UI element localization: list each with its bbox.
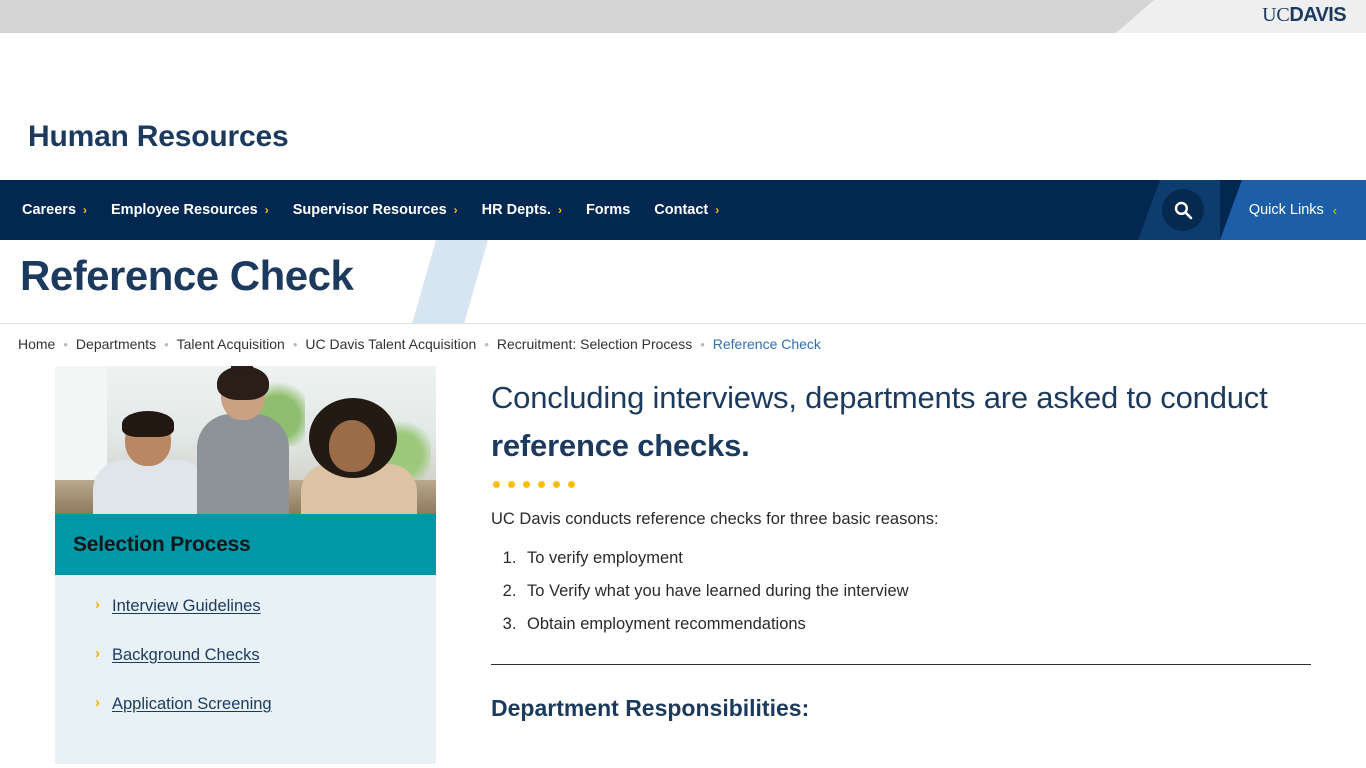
nav-item-label: HR Depts. — [481, 202, 551, 218]
sidebar-link-label: Application Screening — [112, 695, 272, 713]
quick-links-button[interactable]: Quick Links ‹ — [1220, 180, 1366, 240]
chevron-right-icon: › — [715, 203, 720, 217]
search-icon — [1162, 189, 1204, 231]
nav-item-employee-resources[interactable]: Employee Resources › — [111, 202, 269, 218]
nav-right-group: Quick Links ‹ — [1138, 180, 1366, 240]
ucdavis-logo[interactable]: UCDAVIS — [1262, 5, 1346, 25]
lede-plain-text: Concluding interviews, departments are a… — [491, 380, 1268, 415]
photo-person-standing — [195, 366, 291, 514]
sidebar-photo — [55, 366, 436, 514]
sidebar-heading: Selection Process — [73, 532, 251, 556]
breadcrumb-separator: • — [63, 336, 68, 352]
logo-davis-text: DAVIS — [1289, 4, 1346, 26]
chevron-right-icon: › — [95, 596, 100, 613]
sidebar-link-list: › Interview Guidelines › Background Chec… — [55, 575, 436, 764]
chevron-right-icon: › — [557, 203, 562, 217]
intro-paragraph: UC Davis conducts reference checks for t… — [491, 510, 939, 529]
sidebar-link-background-checks[interactable]: › Background Checks — [55, 645, 436, 695]
nav-item-label: Employee Resources — [111, 202, 258, 218]
lede-bold-text: reference checks. — [491, 427, 750, 463]
search-button[interactable] — [1138, 180, 1220, 240]
nav-item-supervisor-resources[interactable]: Supervisor Resources › — [293, 202, 458, 218]
list-item: To verify employment — [521, 549, 1311, 568]
chevron-right-icon: › — [453, 203, 458, 217]
chevron-right-icon: › — [95, 694, 100, 711]
section-sub-heading: Department Responsibilities: — [491, 695, 810, 722]
chevron-left-icon: ‹ — [1332, 202, 1338, 218]
logo-uc-text: UC — [1262, 4, 1290, 26]
photo-person-seated-left — [93, 411, 209, 514]
quick-links-label: Quick Links — [1248, 202, 1324, 218]
dot — [523, 481, 530, 489]
dot — [493, 481, 500, 489]
breadcrumb-separator: • — [700, 336, 705, 352]
nav-item-label: Contact — [654, 202, 709, 218]
photo-person-seated-right — [301, 398, 417, 514]
gold-dot-divider — [493, 481, 1311, 489]
nav-item-hr-depts[interactable]: HR Depts. › — [482, 202, 562, 218]
site-title[interactable]: Human Resources — [28, 120, 289, 154]
sidebar-link-interview-guidelines[interactable]: › Interview Guidelines — [55, 596, 436, 646]
chevron-right-icon: › — [95, 645, 100, 662]
breadcrumb-item-reference-check[interactable]: Reference Check — [713, 336, 821, 352]
decorative-slash — [411, 240, 489, 323]
page-content: Selection Process › Interview Guidelines… — [0, 366, 1366, 764]
top-utility-bar: UCDAVIS — [0, 0, 1366, 33]
sidebar-link-label: Interview Guidelines — [112, 597, 261, 615]
list-item: Obtain employment recommendations — [521, 615, 1311, 634]
dot — [553, 481, 560, 489]
dot — [538, 481, 545, 489]
main-column: Concluding interviews, departments are a… — [436, 366, 1366, 764]
sidebar: Selection Process › Interview Guidelines… — [55, 366, 436, 764]
dot — [568, 481, 575, 489]
chevron-right-icon: › — [264, 203, 269, 217]
nav-item-contact[interactable]: Contact › — [654, 202, 719, 218]
breadcrumb-separator: • — [164, 336, 169, 352]
main-navigation: Careers › Employee Resources › Superviso… — [0, 180, 1366, 240]
breadcrumb-item-departments[interactable]: Departments — [76, 336, 156, 352]
breadcrumb-item-recruitment-selection-process[interactable]: Recruitment: Selection Process — [497, 336, 692, 352]
nav-item-label: Careers — [22, 202, 77, 218]
lede-heading: Concluding interviews, departments are a… — [491, 374, 1311, 469]
nav-item-list: Careers › Employee Resources › Superviso… — [0, 202, 743, 218]
site-header: Human Resources — [0, 33, 1366, 180]
nav-item-careers[interactable]: Careers › — [22, 202, 87, 218]
breadcrumb-separator: • — [484, 336, 489, 352]
nav-item-forms[interactable]: Forms — [586, 202, 630, 218]
reasons-list: To verify employment To Verify what you … — [521, 549, 1311, 634]
breadcrumb: Home • Departments • Talent Acquisition … — [0, 324, 1366, 366]
breadcrumb-item-home[interactable]: Home — [18, 336, 55, 352]
page-title: Reference Check — [20, 252, 354, 299]
chevron-right-icon: › — [83, 203, 88, 217]
page-title-band: Reference Check — [0, 240, 1366, 324]
sidebar-link-application-screening[interactable]: › Application Screening — [55, 694, 436, 744]
nav-item-label: Forms — [585, 202, 631, 218]
breadcrumb-item-talent-acquisition[interactable]: Talent Acquisition — [177, 336, 285, 352]
breadcrumb-separator: • — [292, 336, 298, 352]
section-divider — [491, 664, 1311, 666]
nav-item-label: Supervisor Resources — [292, 202, 447, 218]
sidebar-link-label: Background Checks — [112, 646, 260, 664]
list-item: To Verify what you have learned during t… — [521, 582, 1311, 601]
sidebar-heading-bar: Selection Process — [55, 514, 436, 575]
breadcrumb-item-uc-davis-talent-acquisition[interactable]: UC Davis Talent Acquisition — [305, 336, 476, 352]
dot — [508, 481, 515, 489]
